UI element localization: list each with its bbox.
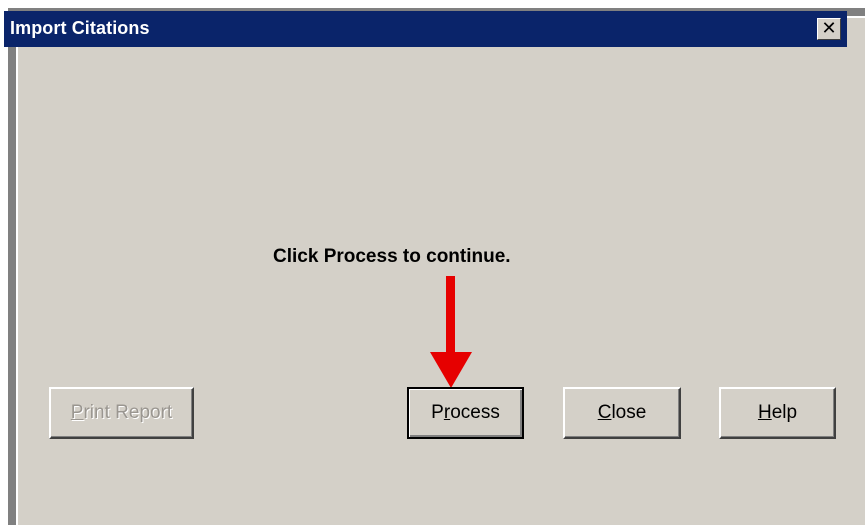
red-arrow-annotation	[430, 276, 472, 388]
instruction-text: Click Process to continue.	[273, 246, 511, 267]
help-label-rest: elp	[771, 402, 798, 423]
print-report-label: rint Report	[83, 402, 173, 423]
arrow-head	[430, 352, 472, 388]
process-label-rest: ocess	[450, 402, 500, 423]
close-label-rest: lose	[611, 402, 647, 423]
close-mnemonic: C	[597, 402, 612, 423]
help-mnemonic: H	[757, 402, 772, 423]
close-window-button[interactable]: ✕	[817, 18, 841, 40]
close-button[interactable]: Close	[563, 387, 681, 439]
close-icon: ✕	[821, 18, 837, 38]
import-citations-dialog	[16, 16, 865, 525]
print-report-mnemonic: P	[70, 402, 84, 423]
process-label-pre: P	[431, 402, 444, 423]
window-title: Import Citations	[10, 18, 150, 38]
title-bar: Import Citations ✕	[4, 11, 847, 47]
process-button[interactable]: Process	[407, 387, 524, 439]
print-report-button[interactable]: Print Report	[49, 387, 194, 439]
arrow-shaft	[446, 276, 455, 358]
help-button[interactable]: Help	[719, 387, 836, 439]
